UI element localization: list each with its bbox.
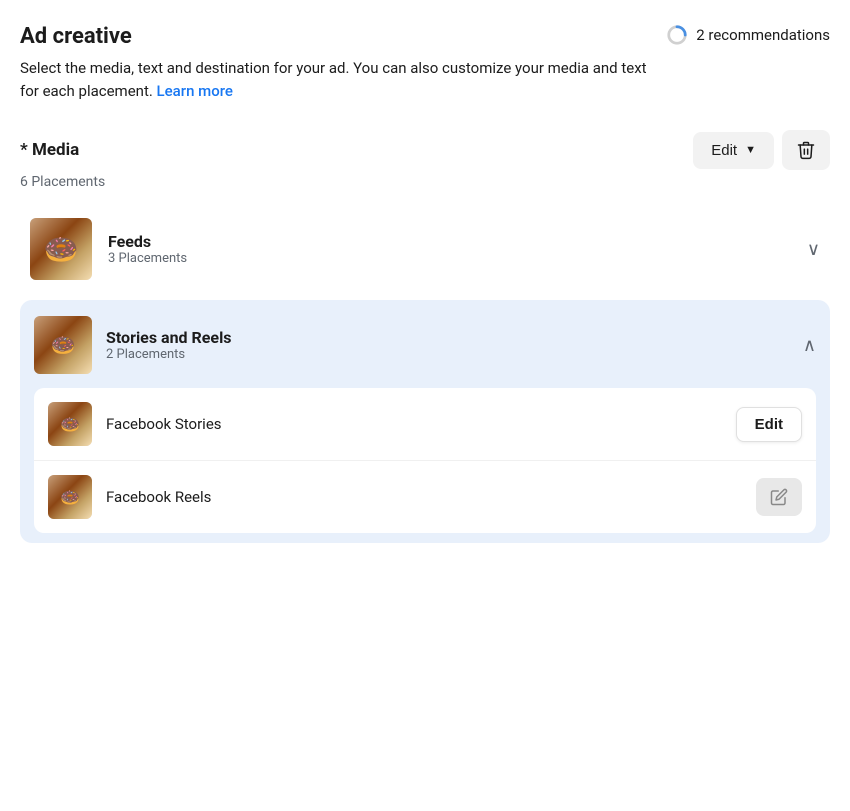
media-action-buttons: Edit ▼ [693, 130, 830, 170]
learn-more-link[interactable]: Learn more [157, 82, 233, 100]
media-header-row: * Media Edit ▼ [20, 130, 830, 170]
stories-header-row[interactable]: Stories and Reels 2 Placements ∧ [34, 316, 816, 374]
feeds-placement-name: Feeds [108, 232, 807, 251]
facebook-stories-edit-button[interactable]: Edit [736, 407, 802, 442]
stories-placement-name: Stories and Reels [106, 328, 803, 347]
stories-reels-section: Stories and Reels 2 Placements ∧ Faceboo… [20, 300, 830, 543]
spinner-icon [666, 24, 688, 46]
delete-button[interactable] [782, 130, 830, 170]
facebook-stories-thumbnail [48, 402, 92, 446]
feeds-placement-row[interactable]: Feeds 3 Placements ∨ [20, 204, 830, 294]
feeds-placements-count: 3 Placements [108, 251, 807, 266]
ad-creative-header: Ad creative 2 recommendations [20, 24, 830, 49]
chevron-up-icon: ∧ [803, 335, 816, 356]
sub-placements-list: Facebook Stories Edit Facebook Reels [34, 388, 816, 533]
chevron-down-icon: ∨ [807, 239, 820, 260]
media-section-title: * Media [20, 140, 79, 160]
page-title: Ad creative [20, 24, 132, 49]
media-section: * Media Edit ▼ 6 Placements [20, 130, 830, 543]
edit-dropdown-button[interactable]: Edit ▼ [693, 132, 774, 169]
stories-placements-count: 2 Placements [106, 347, 803, 362]
facebook-reels-label: Facebook Reels [106, 488, 756, 506]
recommendations-count-label: 2 recommendations [696, 26, 830, 44]
feeds-thumbnail [30, 218, 92, 280]
trash-icon [796, 140, 816, 160]
facebook-stories-item: Facebook Stories Edit [34, 388, 816, 461]
recommendations-badge: 2 recommendations [666, 24, 830, 46]
facebook-reels-donut-image [48, 475, 92, 519]
chevron-down-icon: ▼ [745, 144, 756, 156]
feeds-donut-image [30, 218, 92, 280]
facebook-reels-item: Facebook Reels [34, 461, 816, 533]
stories-thumbnail [34, 316, 92, 374]
facebook-reels-edit-button[interactable] [756, 478, 802, 516]
page-description: Select the media, text and destination f… [20, 57, 660, 102]
facebook-reels-thumbnail [48, 475, 92, 519]
stories-donut-image [34, 316, 92, 374]
facebook-stories-donut-image [48, 402, 92, 446]
pencil-icon [770, 488, 788, 506]
media-placements-count: 6 Placements [20, 174, 830, 190]
facebook-stories-label: Facebook Stories [106, 415, 736, 433]
